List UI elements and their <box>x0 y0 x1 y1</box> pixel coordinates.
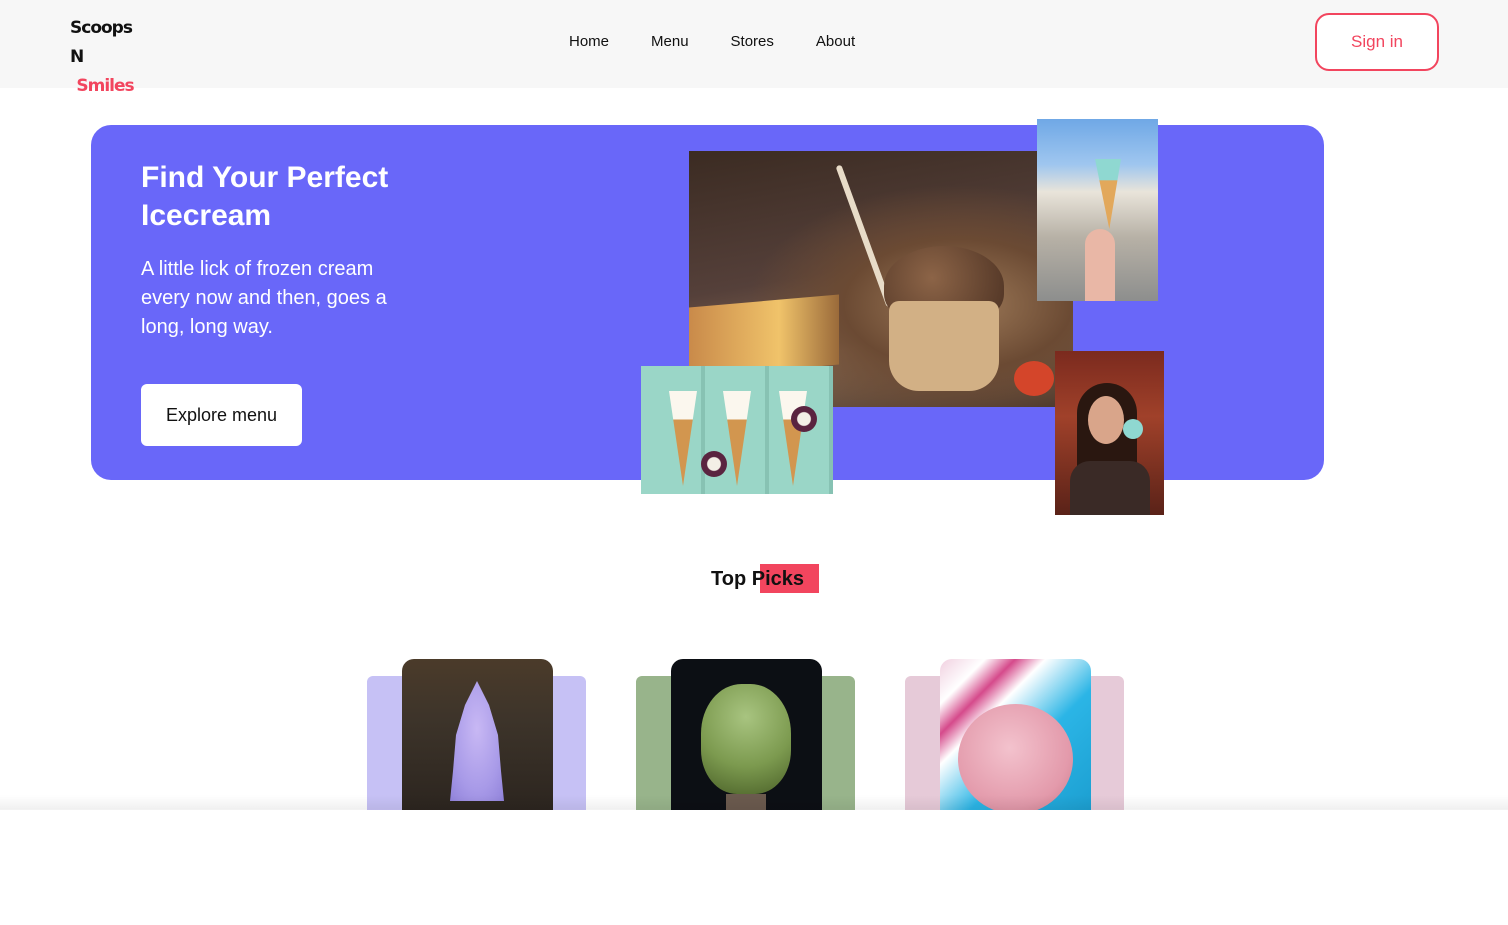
mangosteen-shape <box>701 451 727 477</box>
explore-menu-button[interactable]: Explore menu <box>141 384 302 446</box>
cone-shape <box>669 391 697 486</box>
main-nav: Home Menu Stores About <box>569 30 897 54</box>
hero-photo-three-cones <box>641 366 833 494</box>
soft-serve-shape <box>450 681 504 801</box>
pistachio-scoop-shape <box>701 684 791 794</box>
cone-shape <box>1123 419 1143 439</box>
top-picks-heading: Top Picks <box>711 568 804 590</box>
brand-line-2: Smiles <box>76 76 134 96</box>
hero-subtitle: A little lick of frozen cream every now … <box>141 258 387 338</box>
pick-image-lavender-soft-serve[interactable] <box>402 659 553 810</box>
brand-line-1: Scoops N <box>70 18 133 67</box>
gelato-cup-shape <box>889 301 999 391</box>
pick-image-pistachio-cone[interactable] <box>671 659 822 810</box>
cone-shape <box>1095 159 1121 229</box>
nav-about[interactable]: About <box>816 30 855 54</box>
mangosteen-shape <box>791 406 817 432</box>
hero-photo-girl-eating <box>1055 351 1164 515</box>
body-shape <box>1070 461 1150 515</box>
nav-home[interactable]: Home <box>569 30 609 54</box>
brand-logo[interactable]: Scoops N Smiles <box>70 14 140 101</box>
pick-image-strawberry-scoops[interactable] <box>940 659 1091 810</box>
navbar: Scoops N Smiles Home Menu Stores About S… <box>0 0 1508 96</box>
cone-shape <box>723 391 751 486</box>
nav-stores[interactable]: Stores <box>731 30 774 54</box>
page-bottom <box>0 810 1508 925</box>
sign-in-button[interactable]: Sign in <box>1315 13 1439 71</box>
face-shape <box>1088 396 1124 444</box>
strawberry-shape <box>1014 361 1054 396</box>
hand-shape <box>1085 229 1115 301</box>
hero-title: Find Your Perfect Icecream <box>141 161 389 232</box>
hero-photo-cone-in-city <box>1037 119 1158 301</box>
nav-menu[interactable]: Menu <box>651 30 689 54</box>
